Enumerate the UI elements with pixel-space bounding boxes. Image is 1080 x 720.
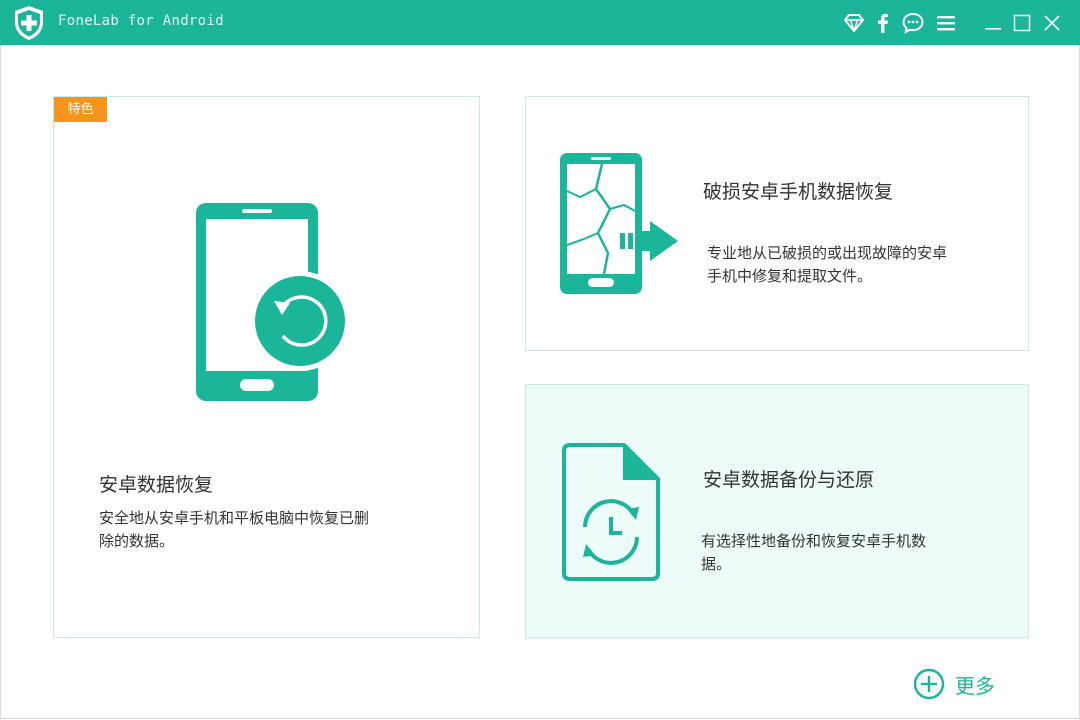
more-button[interactable]: 更多 <box>913 668 995 700</box>
featured-badge: 特色 <box>54 97 107 122</box>
file-backup-icon <box>562 443 660 581</box>
card-title: 安卓数据备份与还原 <box>703 469 875 491</box>
app-logo-icon <box>15 6 43 40</box>
card-title: 破损安卓手机数据恢复 <box>703 181 894 203</box>
card-broken-android-recovery[interactable]: 破损安卓手机数据恢复 专业地从已破损的或出现故障的安卓 手机中修复和提取文件。 <box>525 96 1029 351</box>
app-title: FoneLab for Android <box>58 13 224 29</box>
card-title: 安卓数据恢复 <box>99 474 214 496</box>
phone-restore-icon <box>196 203 350 401</box>
title-bar: FoneLab for Android <box>0 0 1080 45</box>
menu-icon[interactable] <box>934 11 958 35</box>
chat-icon[interactable] <box>901 11 925 35</box>
broken-phone-icon <box>560 153 678 294</box>
card-description: 有选择性地备份和恢复安卓手机数 据。 <box>701 532 927 573</box>
maximize-icon[interactable] <box>1010 11 1034 35</box>
card-android-data-recovery[interactable]: 特色 安卓数据恢复 安全地从安卓手机和平板电脑中恢复已删 除的数据。 <box>53 96 480 638</box>
card-description: 安全地从安卓手机和平板电脑中恢复已删 除的数据。 <box>99 509 370 550</box>
minimize-icon[interactable] <box>981 11 1005 35</box>
facebook-icon[interactable] <box>871 11 895 35</box>
diamond-icon[interactable] <box>842 11 866 35</box>
plus-circle-icon <box>913 668 945 700</box>
card-description: 专业地从已破损的或出现故障的安卓 手机中修复和提取文件。 <box>707 244 948 285</box>
more-label: 更多 <box>955 673 995 698</box>
close-icon[interactable] <box>1040 11 1064 35</box>
card-android-backup-restore[interactable]: 安卓数据备份与还原 有选择性地备份和恢复安卓手机数 据。 <box>525 384 1029 638</box>
